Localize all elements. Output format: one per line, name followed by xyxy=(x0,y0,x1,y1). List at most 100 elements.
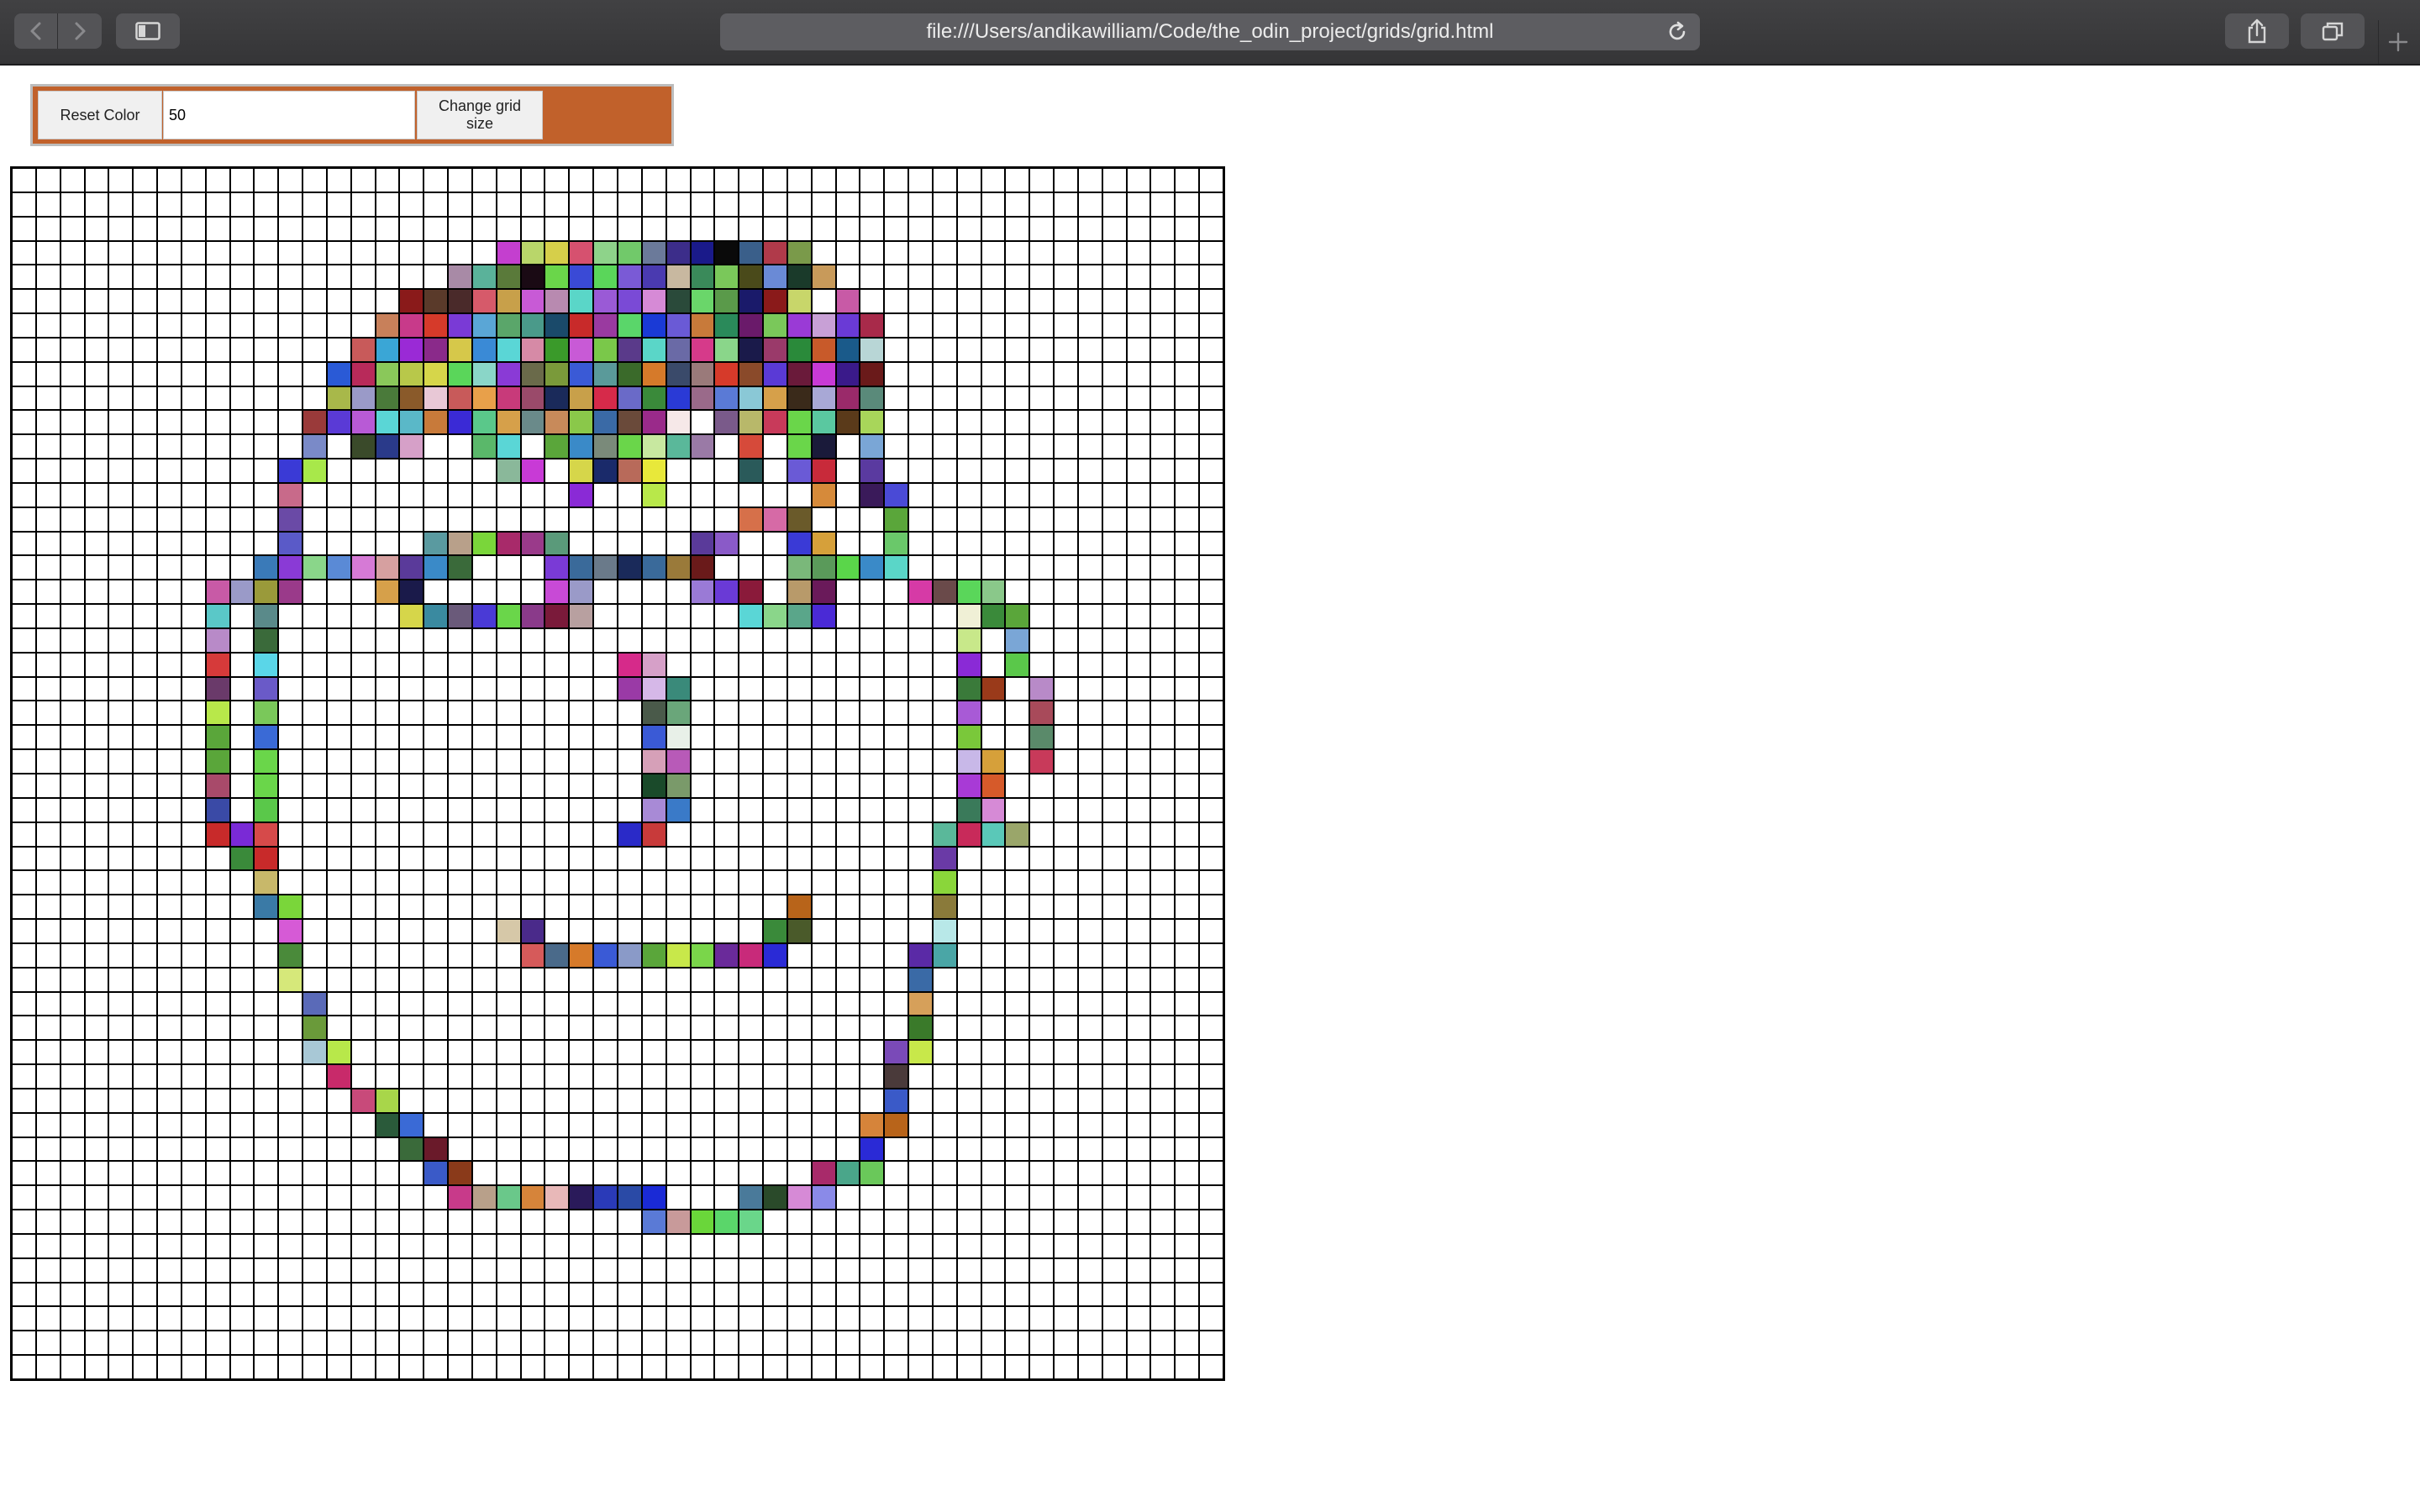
grid-cell[interactable] xyxy=(666,774,691,798)
grid-cell[interactable] xyxy=(12,919,36,943)
grid-cell[interactable] xyxy=(1077,1112,1102,1137)
grid-cell[interactable] xyxy=(1199,895,1223,920)
grid-cell[interactable] xyxy=(811,434,836,459)
grid-cell[interactable] xyxy=(471,337,497,362)
grid-cell[interactable] xyxy=(1150,676,1176,701)
grid-cell[interactable] xyxy=(157,434,182,459)
grid-cell[interactable] xyxy=(835,701,860,726)
grid-cell[interactable] xyxy=(956,1331,981,1356)
grid-cell[interactable] xyxy=(157,1064,182,1089)
grid-cell[interactable] xyxy=(1126,1137,1151,1162)
grid-cell[interactable] xyxy=(375,1137,400,1162)
grid-cell[interactable] xyxy=(278,1064,303,1089)
grid-cell[interactable] xyxy=(448,1331,472,1356)
grid-cell[interactable] xyxy=(35,822,60,847)
grid-cell[interactable] xyxy=(60,774,85,798)
grid-cell[interactable] xyxy=(763,1306,787,1331)
grid-cell[interactable] xyxy=(763,1282,787,1307)
grid-cell[interactable] xyxy=(1005,580,1030,605)
grid-cell[interactable] xyxy=(835,895,860,920)
grid-cell[interactable] xyxy=(1029,627,1055,653)
grid-cell[interactable] xyxy=(932,434,957,459)
grid-cell[interactable] xyxy=(690,580,715,605)
grid-cell[interactable] xyxy=(229,967,255,992)
grid-cell[interactable] xyxy=(496,192,521,217)
grid-cell[interactable] xyxy=(35,1185,60,1210)
grid-cell[interactable] xyxy=(544,627,570,653)
grid-cell[interactable] xyxy=(424,289,449,314)
grid-cell[interactable] xyxy=(835,1040,860,1065)
grid-cell[interactable] xyxy=(1054,991,1078,1016)
grid-cell[interactable] xyxy=(35,725,60,750)
grid-cell[interactable] xyxy=(471,555,497,580)
grid-cell[interactable] xyxy=(496,1064,521,1089)
grid-cell[interactable] xyxy=(569,967,594,992)
grid-cell[interactable] xyxy=(424,725,449,750)
grid-cell[interactable] xyxy=(520,895,545,920)
grid-cell[interactable] xyxy=(544,289,570,314)
grid-cell[interactable] xyxy=(326,895,351,920)
grid-cell[interactable] xyxy=(448,1137,472,1162)
grid-cell[interactable] xyxy=(448,1257,472,1283)
grid-cell[interactable] xyxy=(205,1282,230,1307)
grid-cell[interactable] xyxy=(763,797,787,822)
grid-cell[interactable] xyxy=(739,604,764,628)
grid-cell[interactable] xyxy=(714,725,739,750)
grid-cell[interactable] xyxy=(690,289,715,314)
grid-cell[interactable] xyxy=(690,701,715,726)
grid-cell[interactable] xyxy=(496,1088,521,1113)
grid-cell[interactable] xyxy=(302,580,327,605)
grid-cell[interactable] xyxy=(35,555,60,580)
grid-cell[interactable] xyxy=(618,749,642,774)
grid-cell[interactable] xyxy=(350,1112,376,1137)
grid-cell[interactable] xyxy=(302,1016,327,1041)
grid-cell[interactable] xyxy=(1126,555,1151,580)
grid-cell[interactable] xyxy=(618,434,642,459)
grid-cell[interactable] xyxy=(1126,1282,1151,1307)
grid-cell[interactable] xyxy=(375,168,400,192)
grid-cell[interactable] xyxy=(496,507,521,532)
grid-cell[interactable] xyxy=(714,555,739,580)
grid-cell[interactable] xyxy=(302,967,327,992)
grid-cell[interactable] xyxy=(1005,822,1030,847)
grid-cell[interactable] xyxy=(471,652,497,677)
grid-cell[interactable] xyxy=(1054,1016,1078,1041)
grid-cell[interactable] xyxy=(956,1233,981,1258)
grid-cell[interactable] xyxy=(157,1161,182,1186)
grid-cell[interactable] xyxy=(1005,168,1030,192)
grid-cell[interactable] xyxy=(1102,434,1127,459)
grid-cell[interactable] xyxy=(666,1257,691,1283)
grid-cell[interactable] xyxy=(981,1088,1006,1113)
grid-cell[interactable] xyxy=(618,1137,642,1162)
grid-cell[interactable] xyxy=(1199,289,1223,314)
grid-cell[interactable] xyxy=(981,1257,1006,1283)
grid-cell[interactable] xyxy=(471,1233,497,1258)
grid-cell[interactable] xyxy=(1126,1040,1151,1065)
grid-cell[interactable] xyxy=(739,555,764,580)
grid-cell[interactable] xyxy=(908,870,933,895)
grid-cell[interactable] xyxy=(448,555,472,580)
grid-cell[interactable] xyxy=(1054,652,1078,677)
show-tabs-button[interactable] xyxy=(2301,13,2365,49)
grid-cell[interactable] xyxy=(956,822,981,847)
grid-cell[interactable] xyxy=(786,1282,812,1307)
grid-cell[interactable] xyxy=(181,1016,206,1041)
grid-cell[interactable] xyxy=(229,822,255,847)
grid-cell[interactable] xyxy=(302,1137,327,1162)
grid-cell[interactable] xyxy=(229,1257,255,1283)
grid-cell[interactable] xyxy=(714,1233,739,1258)
grid-cell[interactable] xyxy=(254,1185,279,1210)
grid-cell[interactable] xyxy=(229,774,255,798)
grid-cell[interactable] xyxy=(739,240,764,265)
grid-cell[interactable] xyxy=(690,240,715,265)
grid-cell[interactable] xyxy=(84,1088,109,1113)
grid-cell[interactable] xyxy=(884,774,909,798)
grid-cell[interactable] xyxy=(1175,701,1200,726)
grid-cell[interactable] xyxy=(690,967,715,992)
grid-cell[interactable] xyxy=(690,1161,715,1186)
grid-cell[interactable] xyxy=(981,1306,1006,1331)
grid-cell[interactable] xyxy=(1077,774,1102,798)
new-tab-button[interactable] xyxy=(2378,20,2417,64)
grid-cell[interactable] xyxy=(884,895,909,920)
grid-cell[interactable] xyxy=(835,337,860,362)
